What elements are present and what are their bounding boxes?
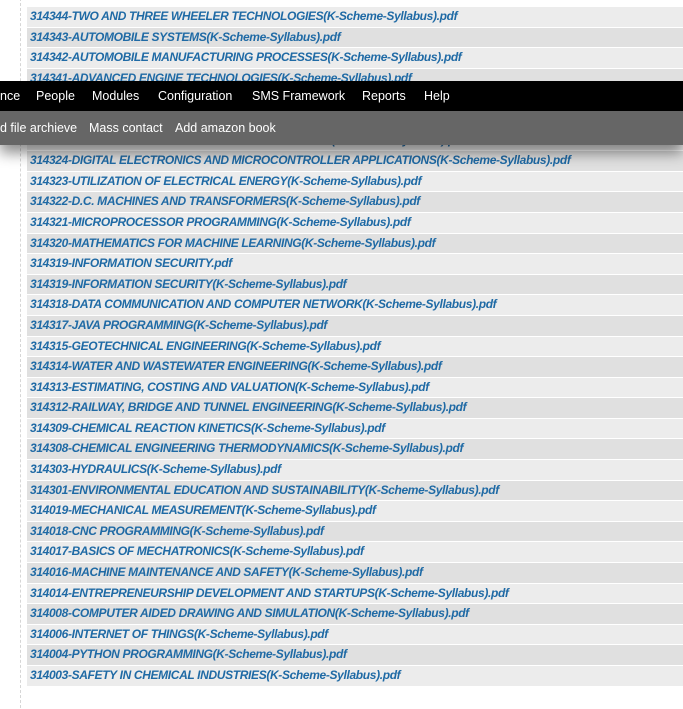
file-row: 314344-TWO AND THREE WHEELER TECHNOLOGIE… (27, 7, 683, 27)
file-link[interactable]: 314321-MICROPROCESSOR PROGRAMMING(K-Sche… (27, 213, 411, 233)
file-row: 314019-MECHANICAL MEASUREMENT(K-Scheme-S… (27, 501, 683, 521)
toolbar-item-appearance[interactable]: nce (0, 89, 20, 103)
file-link[interactable]: 314312-RAILWAY, BRIDGE AND TUNNEL ENGINE… (27, 398, 467, 418)
file-row: 314008-COMPUTER AIDED DRAWING AND SIMULA… (27, 604, 683, 624)
file-link[interactable]: 314303-HYDRAULICS(K-Scheme-Syllabus).pdf (27, 460, 281, 480)
toolbar-item-configuration[interactable]: Configuration (158, 89, 232, 103)
file-link[interactable]: 314323-UTILIZATION OF ELECTRICAL ENERGY(… (27, 172, 422, 192)
file-row: 314017-BASICS OF MECHATRONICS(K-Scheme-S… (27, 542, 683, 563)
shortcut-file-archive[interactable]: d file archieve (0, 121, 77, 135)
file-row: 314301-ENVIRONMENTAL EDUCATION AND SUSTA… (27, 480, 683, 501)
file-row: 314018-CNC PROGRAMMING(K-Scheme-Syllabus… (27, 521, 683, 542)
file-link[interactable]: 314319-INFORMATION SECURITY.pdf (27, 254, 232, 274)
file-row: 314319-INFORMATION SECURITY.pdf (27, 254, 683, 274)
shortcut-add-amazon-book[interactable]: Add amazon book (175, 121, 276, 135)
file-link[interactable]: 314004-PYTHON PROGRAMMING(K-Scheme-Sylla… (27, 645, 347, 665)
file-row: 314313-ESTIMATING, COSTING AND VALUATION… (27, 377, 683, 398)
shortcuts-bar: d file archieve Mass contact Add amazon … (0, 111, 683, 145)
admin-toolbar: nce People Modules Configuration SMS Fra… (0, 81, 683, 111)
file-row: 314016-MACHINE MAINTENANCE AND SAFETY(K-… (27, 563, 683, 583)
file-row: 314014-ENTREPRENEURSHIP DEVELOPMENT AND … (27, 583, 683, 604)
file-row: 314309-CHEMICAL REACTION KINETICS(K-Sche… (27, 418, 683, 439)
file-link[interactable]: 314016-MACHINE MAINTENANCE AND SAFETY(K-… (27, 563, 423, 583)
file-row: 314318-DATA COMMUNICATION AND COMPUTER N… (27, 295, 683, 315)
toolbar-item-reports[interactable]: Reports (362, 89, 406, 103)
file-link[interactable]: 314344-TWO AND THREE WHEELER TECHNOLOGIE… (27, 7, 458, 27)
file-row: 314320-MATHEMATICS FOR MACHINE LEARNING(… (27, 233, 683, 254)
file-link[interactable]: 314313-ESTIMATING, COSTING AND VALUATION… (27, 378, 429, 398)
file-row: 314314-WATER AND WASTEWATER ENGINEERING(… (27, 357, 683, 377)
file-link[interactable]: 314301-ENVIRONMENTAL EDUCATION AND SUSTA… (27, 481, 499, 501)
file-link[interactable]: 314014-ENTREPRENEURSHIP DEVELOPMENT AND … (27, 584, 509, 604)
file-row: 314004-PYTHON PROGRAMMING(K-Scheme-Sylla… (27, 645, 683, 665)
file-link[interactable]: 314317-JAVA PROGRAMMING(K-Scheme-Syllabu… (27, 316, 327, 336)
file-row: 314303-HYDRAULICS(K-Scheme-Syllabus).pdf (27, 460, 683, 480)
file-row: 314003-SAFETY IN CHEMICAL INDUSTRIES(K-S… (27, 666, 683, 686)
file-row: 314317-JAVA PROGRAMMING(K-Scheme-Syllabu… (27, 315, 683, 336)
file-row: 314322-D.C. MACHINES AND TRANSFORMERS(K-… (27, 192, 683, 212)
file-link[interactable]: 314322-D.C. MACHINES AND TRANSFORMERS(K-… (27, 192, 420, 212)
file-link[interactable]: 314319-INFORMATION SECURITY(K-Scheme-Syl… (27, 275, 347, 295)
file-link[interactable]: 314003-SAFETY IN CHEMICAL INDUSTRIES(K-S… (27, 666, 401, 686)
file-row: 314319-INFORMATION SECURITY(K-Scheme-Syl… (27, 274, 683, 295)
file-row: 314321-MICROPROCESSOR PROGRAMMING(K-Sche… (27, 212, 683, 233)
file-link[interactable]: 314320-MATHEMATICS FOR MACHINE LEARNING(… (27, 234, 436, 254)
toolbar-item-sms-framework[interactable]: SMS Framework (252, 89, 345, 103)
toolbar-item-modules[interactable]: Modules (92, 89, 139, 103)
file-link[interactable]: 314324-DIGITAL ELECTRONICS AND MICROCONT… (27, 151, 571, 171)
file-link[interactable]: 314309-CHEMICAL REACTION KINETICS(K-Sche… (27, 419, 385, 439)
file-row: 314343-AUTOMOBILE SYSTEMS(K-Scheme-Sylla… (27, 27, 683, 48)
file-link[interactable]: 314008-COMPUTER AIDED DRAWING AND SIMULA… (27, 604, 469, 624)
file-link[interactable]: 314006-INTERNET OF THINGS(K-Scheme-Sylla… (27, 625, 328, 645)
file-link[interactable]: 314314-WATER AND WASTEWATER ENGINEERING(… (27, 357, 442, 377)
file-row: 314308-CHEMICAL ENGINEERING THERMODYNAMI… (27, 439, 683, 460)
file-row: 314312-RAILWAY, BRIDGE AND TUNNEL ENGINE… (27, 398, 683, 418)
file-link[interactable]: 314343-AUTOMOBILE SYSTEMS(K-Scheme-Sylla… (27, 28, 341, 48)
file-row: 314342-AUTOMOBILE MANUFACTURING PROCESSE… (27, 48, 683, 68)
file-link[interactable]: 314019-MECHANICAL MEASUREMENT(K-Scheme-S… (27, 501, 376, 521)
file-link[interactable]: 314318-DATA COMMUNICATION AND COMPUTER N… (27, 295, 497, 315)
file-row: 314006-INTERNET OF THINGS(K-Scheme-Sylla… (27, 624, 683, 645)
file-link[interactable]: 314018-CNC PROGRAMMING(K-Scheme-Syllabus… (27, 522, 324, 542)
file-row: 314315-GEOTECHNICAL ENGINEERING(K-Scheme… (27, 336, 683, 357)
file-row: 314323-UTILIZATION OF ELECTRICAL ENERGY(… (27, 171, 683, 192)
toolbar-item-help[interactable]: Help (424, 89, 450, 103)
toolbar-item-people[interactable]: People (36, 89, 75, 103)
file-link[interactable]: 314308-CHEMICAL ENGINEERING THERMODYNAMI… (27, 439, 463, 459)
file-link[interactable]: 314315-GEOTECHNICAL ENGINEERING(K-Scheme… (27, 337, 381, 357)
file-link[interactable]: 314342-AUTOMOBILE MANUFACTURING PROCESSE… (27, 48, 462, 68)
file-link[interactable]: 314017-BASICS OF MECHATRONICS(K-Scheme-S… (27, 542, 364, 562)
file-row: 314324-DIGITAL ELECTRONICS AND MICROCONT… (27, 151, 683, 171)
shortcut-mass-contact[interactable]: Mass contact (89, 121, 163, 135)
